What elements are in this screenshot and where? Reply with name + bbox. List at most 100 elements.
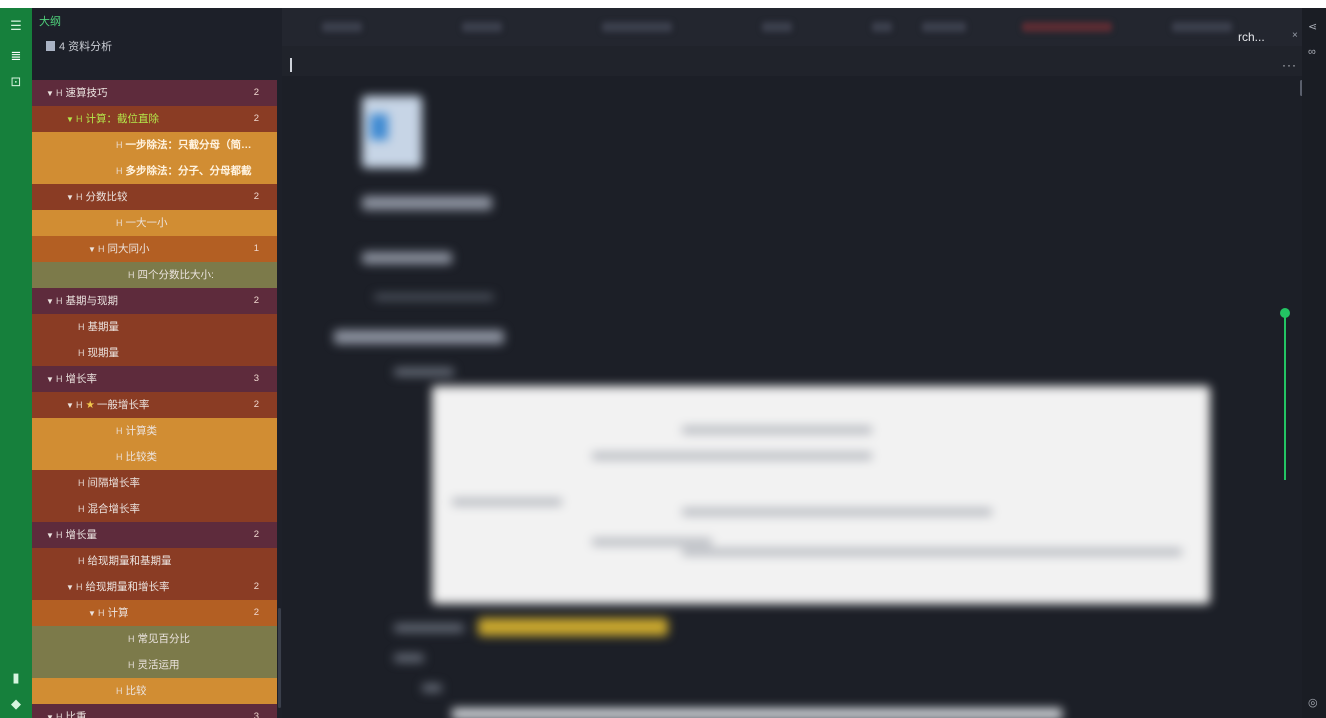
outline-item[interactable]: H 基期量 [32,314,277,340]
tag-icon[interactable]: ◆ [8,696,24,712]
outline-item-label: 混合增长率 [87,503,141,515]
tab-search-label[interactable]: rch... [1238,30,1265,44]
heading-badge-icon: H [128,660,135,670]
heading-badge-icon: H [76,192,83,202]
heading-badge-icon: H [116,218,123,228]
outline-item[interactable]: H 现期量 [32,340,277,366]
collapse-arrow-icon[interactable]: ▼ [66,393,76,418]
outline-item[interactable]: H 混合增长率 [32,496,277,522]
outline-item[interactable]: ▼ H 计算 2 [32,600,277,626]
heading-badge-icon: H [78,504,85,514]
outline-item[interactable]: H 给现期量和基期量 [32,548,277,574]
more-options-button[interactable]: ··· [1282,58,1297,72]
outline-document[interactable]: 4 资料分析 [32,36,282,58]
outline-item-label: 计算 [107,607,129,619]
collapse-arrow-icon[interactable]: ▼ [46,523,56,548]
collapse-arrow-icon[interactable]: ▼ [46,367,56,392]
bullet-line-4 [422,684,442,692]
outline-item[interactable]: ▼ H 同大同小 1 [32,236,277,262]
tab-blurred-2[interactable] [462,22,502,32]
outline-item[interactable]: H 比较类 [32,444,277,470]
outline-item[interactable]: ▼ H 比重 3 [32,704,277,718]
heading-badge-icon: H [76,400,83,410]
collapse-arrow-icon[interactable]: ▼ [88,237,98,262]
document-name: 4 资料分析 [59,41,113,53]
outline-item-label: 增长率 [65,373,98,385]
outline-item[interactable]: H 一大一小 [32,210,277,236]
outline-item[interactable]: H 灵活运用 [32,652,277,678]
list-icon[interactable]: ☰ [8,18,24,34]
tab-blurred-5[interactable] [872,22,892,32]
outline-item[interactable]: H 一步除法：只截分母（简… [32,132,277,158]
progress-line [1284,312,1286,480]
collapse-arrow-icon[interactable]: ▼ [46,705,56,718]
heading-badge-icon: H [78,478,85,488]
collapse-arrow-icon[interactable]: ▼ [66,575,76,600]
backlink-icon[interactable]: ∞ [1308,46,1316,58]
right-rail: ⋖ ∞ ◎ [1302,8,1326,718]
tab-blurred-1[interactable] [322,22,362,32]
tab-blurred-3[interactable] [602,22,672,32]
outline-item-label: 给现期量和基期量 [87,555,172,567]
inbox-icon[interactable]: ⊡ [8,74,24,90]
bullet-line-2 [394,624,464,632]
heading-badge-icon: H [116,140,123,150]
outline-item[interactable]: ▼ H ★ 一般增长率 2 [32,392,277,418]
outline-item-label: 四个分数比大小: [137,269,214,281]
outline-item[interactable]: H 常见百分比 [32,626,277,652]
collapse-arrow-icon[interactable]: ▼ [88,601,98,626]
child-count: 3 [253,711,259,718]
star-icon: ★ [85,399,95,411]
tab-blurred-8[interactable] [1172,22,1232,32]
child-count: 2 [253,191,259,202]
outline-scrollbar[interactable] [278,608,281,708]
eye-icon[interactable]: ◎ [1308,696,1318,709]
outline-item[interactable]: ▼ H 给现期量和增长率 2 [32,574,277,600]
outline-item-label: 多步除法：分子、分母都截 [125,165,252,177]
outline-item[interactable]: H 间隔增长率 [32,470,277,496]
tab-blurred-4[interactable] [762,22,792,32]
outline-item[interactable]: ▼ H 基期与现期 2 [32,288,277,314]
outline-title: 大纲 [39,16,61,28]
outline-item[interactable]: ▼ H 增长量 2 [32,522,277,548]
tab-blurred-6[interactable] [922,22,966,32]
embedded-image[interactable] [432,386,1210,604]
heading-badge-icon: H [56,712,63,718]
bookmark-icon[interactable]: ▮ [8,670,24,686]
heading-badge-icon: H [98,608,105,618]
heading-badge-icon: H [98,244,105,254]
outline-item-label: 常见百分比 [137,633,191,645]
outline-item[interactable]: H 多步除法：分子、分母都截 [32,158,277,184]
collapse-arrow-icon[interactable]: ▼ [66,185,76,210]
outline-item[interactable]: ▼ H 速算技巧 2 [32,80,277,106]
heading-badge-icon: H [116,686,123,696]
collapse-arrow-icon[interactable]: ▼ [46,289,56,314]
outline-icon[interactable]: ≣ [8,48,24,64]
tab-close-icon[interactable]: × [1292,30,1298,41]
document-icon-large [362,96,422,168]
outline-item[interactable]: ▼ H 分数比较 2 [32,184,277,210]
heading-badge-icon: H [56,296,63,306]
outline-item[interactable]: ▼ H 计算：截位直除 2 [32,106,277,132]
outline-item-label: 间隔增长率 [87,477,141,489]
heading-badge-icon: H [116,452,123,462]
outline-item[interactable]: H 四个分数比大小: [32,262,277,288]
outline-tree: ▼ H 速算技巧 2 ▼ H 计算：截位直除 2 H 一步除法：只截分母（简… H 多步除法：分子、分… [32,80,277,718]
child-count: 2 [253,529,259,540]
tab-blurred-7[interactable] [1022,22,1112,32]
bullet-line-3 [394,654,424,662]
outline-item-label: 给现期量和增长率 [85,581,170,593]
doc-title [362,196,492,210]
collapse-arrow-icon[interactable]: ▼ [66,107,76,132]
editor-area: rch... × ··· [282,8,1302,718]
progress-dot[interactable] [1280,308,1290,318]
outline-item[interactable]: H 比较 [32,678,277,704]
heading-badge-icon: H [116,426,123,436]
outline-item[interactable]: ▼ H 增长率 3 [32,366,277,392]
outline-item[interactable]: H 计算类 [32,418,277,444]
app-window: ☰ ≣ ⊡ ▮ ◆ 大纲 4 资料分析 ▼ H 速算技巧 2 ▼ H 计算：截位直除 2 H 一步… [0,8,1326,718]
outline-item-label: 比较 [125,685,147,697]
outline-item-label: 计算类 [125,425,158,437]
graph-icon[interactable]: ⋖ [1308,20,1317,33]
collapse-arrow-icon[interactable]: ▼ [46,81,56,106]
